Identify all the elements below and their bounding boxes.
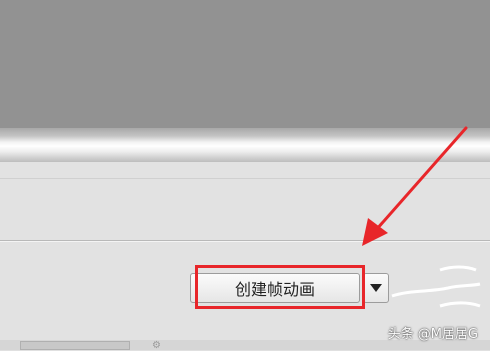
timeline-mode-dropdown-button[interactable] <box>363 273 389 303</box>
panel-divider-highlight <box>0 241 490 242</box>
gear-icon[interactable]: ⚙ <box>152 341 166 351</box>
horizontal-scrollbar[interactable] <box>0 128 490 162</box>
bottom-tab[interactable] <box>20 341 130 350</box>
create-frame-animation-button[interactable]: 创建帧动画 <box>190 273 360 303</box>
canvas-area <box>0 0 490 128</box>
panel-top-divider <box>0 178 490 179</box>
watermark: 头条 @M居居G <box>387 327 478 342</box>
triangle-down-icon <box>370 284 382 292</box>
timeline-panel <box>0 162 490 350</box>
